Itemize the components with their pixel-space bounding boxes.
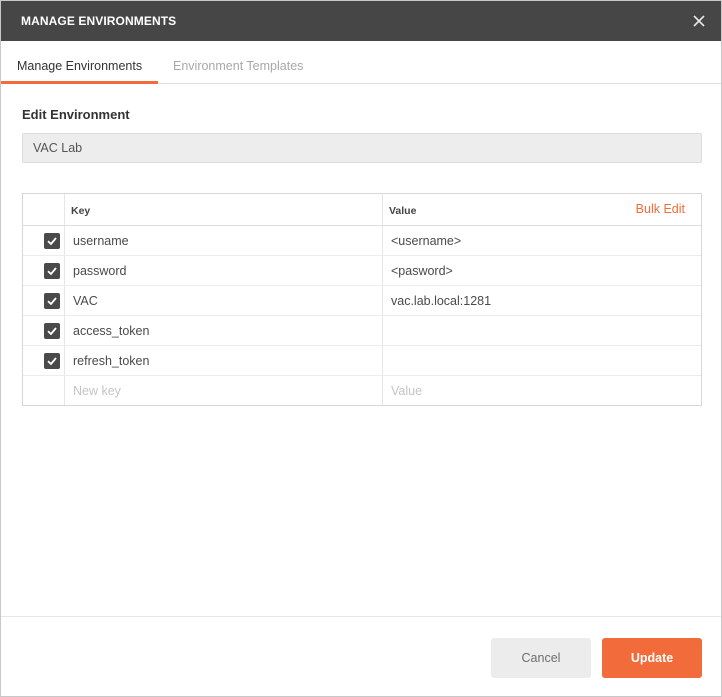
row-checkbox[interactable] [44,323,60,339]
checkmark-icon [47,297,57,306]
close-button[interactable] [689,11,709,31]
new-value-input[interactable]: Value [391,384,422,398]
key-cell[interactable]: password [73,264,127,278]
close-icon [693,15,705,27]
cancel-button[interactable]: Cancel [491,638,591,678]
table-row: refresh_token [23,346,701,376]
row-checkbox[interactable] [44,293,60,309]
key-column-header: Key [71,205,91,217]
key-cell[interactable]: refresh_token [73,354,149,368]
value-column-header: Value [389,205,417,217]
edit-environment-heading: Edit Environment [22,107,130,122]
key-cell[interactable]: VAC [73,294,98,308]
checkmark-icon [47,237,57,246]
row-checkbox[interactable] [44,353,60,369]
key-cell[interactable]: username [73,234,129,248]
checkmark-icon [47,267,57,276]
value-cell[interactable]: vac.lab.local:1281 [391,294,491,308]
tab-environment-templates[interactable]: Environment Templates [173,59,303,73]
table-row: password <pasword> [23,256,701,286]
update-button[interactable]: Update [602,638,702,678]
row-checkbox[interactable] [44,233,60,249]
table-row: username <username> [23,226,701,256]
footer-divider [1,616,721,617]
tab-manage-environments[interactable]: Manage Environments [17,59,142,73]
table-row: access_token [23,316,701,346]
modal-title: MANAGE ENVIRONMENTS [21,14,177,28]
modal-titlebar: MANAGE ENVIRONMENTS [1,1,721,41]
value-cell[interactable]: <username> [391,234,461,248]
tab-bar: Manage Environments Environment Template… [1,41,721,84]
active-tab-indicator [1,81,158,84]
variables-table: Key Value Bulk Edit username <username> … [22,193,702,406]
table-row: VAC vac.lab.local:1281 [23,286,701,316]
row-checkbox[interactable] [44,263,60,279]
environment-name-input[interactable] [22,133,702,163]
bulk-edit-link[interactable]: Bulk Edit [636,202,685,216]
key-cell[interactable]: access_token [73,324,149,338]
table-header: Key Value Bulk Edit [23,194,701,226]
manage-environments-modal: MANAGE ENVIRONMENTS Manage Environments … [0,0,722,697]
checkmark-icon [47,357,57,366]
value-cell[interactable]: <pasword> [391,264,453,278]
new-variable-row: New key Value [23,376,701,406]
new-key-input[interactable]: New key [73,384,121,398]
checkmark-icon [47,327,57,336]
